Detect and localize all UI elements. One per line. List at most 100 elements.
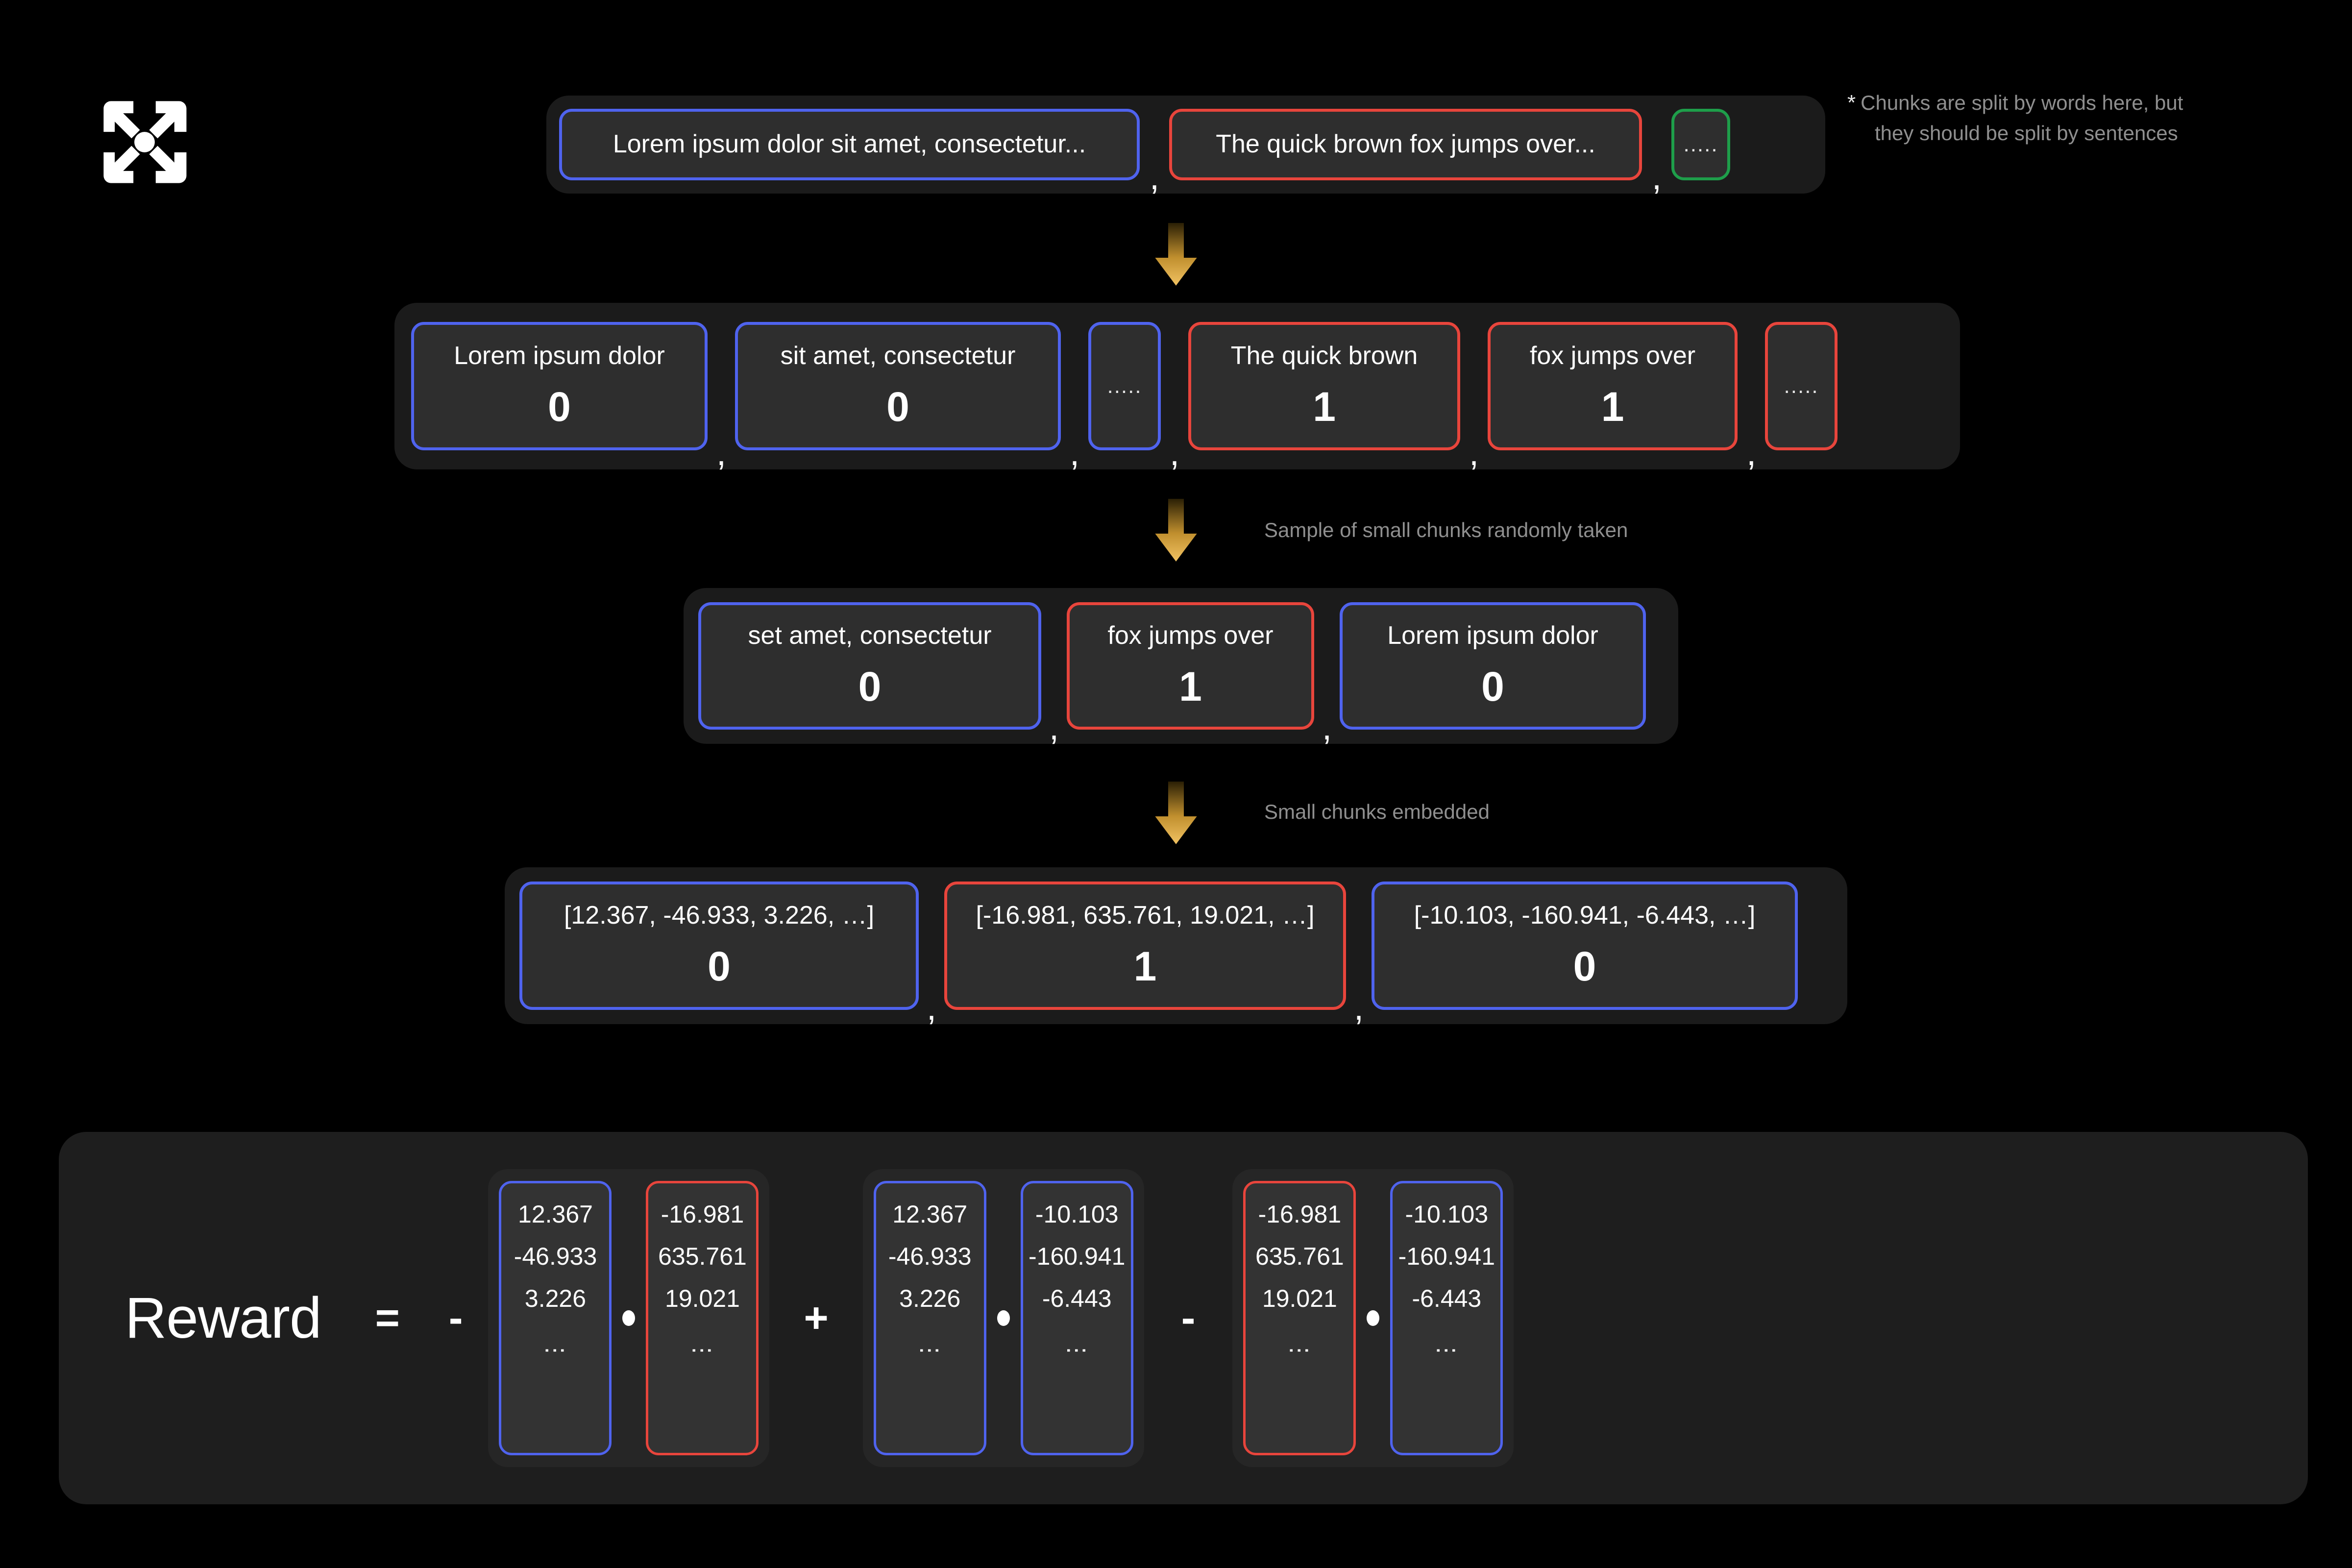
chunk-ellipsis: ..... xyxy=(1683,132,1718,156)
vector-component: -16.981 xyxy=(1258,1200,1342,1228)
footnote: * Chunks are split by words here, but the… xyxy=(1847,87,2278,148)
chunk-label: Lorem ipsum dolor sit amet, consectetur.… xyxy=(612,130,1086,159)
chunk-card[interactable]: Lorem ipsum dolor 0 xyxy=(1340,602,1646,730)
vertical-ellipsis-icon: ⋮ xyxy=(542,1339,568,1370)
dot-product-symbol xyxy=(622,1310,636,1326)
vertical-ellipsis-icon: ⋮ xyxy=(689,1339,715,1370)
chunk-card[interactable]: Lorem ipsum dolor 0 xyxy=(411,322,708,450)
minus-operator-first: - xyxy=(448,1294,463,1342)
sampled-chunks-band: set amet, consectetur 0 , fox jumps over… xyxy=(684,588,1678,748)
separator-comma: , xyxy=(1070,434,1080,473)
embedding-vector-label: [-16.981, 635.761, 19.021, …] xyxy=(976,901,1315,930)
vector-box[interactable]: -16.981 635.761 19.021 ⋮ xyxy=(646,1181,759,1455)
reward-title: Reward xyxy=(125,1286,322,1350)
large-chunks-band: Lorem ipsum dolor sit amet, consectetur.… xyxy=(546,96,1825,197)
vector-box[interactable]: 12.367 -46.933 3.226 ⋮ xyxy=(873,1181,986,1455)
embedding-value: 0 xyxy=(708,943,731,990)
vector-box[interactable]: -10.103 -160.941 -6.443 ⋮ xyxy=(1020,1181,1133,1455)
flow-arrow-down-icon xyxy=(1149,782,1203,848)
embedding-card[interactable]: [-16.981, 635.761, 19.021, …] 1 xyxy=(944,882,1347,1010)
dot-product-group: 12.367 -46.933 3.226 ⋮ -16.981 635.761 1… xyxy=(488,1169,770,1467)
diagram-canvas: * Chunks are split by words here, but the… xyxy=(0,0,2352,1568)
separator-comma: , xyxy=(1170,434,1180,473)
step-caption-sample: Sample of small chunks randomly taken xyxy=(1264,518,1628,541)
chunk-label: Lorem ipsum dolor xyxy=(1387,621,1598,650)
step-caption-embed: Small chunks embedded xyxy=(1264,800,1490,823)
separator-comma: , xyxy=(1469,434,1479,473)
vector-component: 635.761 xyxy=(658,1243,747,1270)
vertical-ellipsis-icon: ⋮ xyxy=(917,1339,943,1370)
embedding-value: 1 xyxy=(1133,943,1157,990)
dot-product-symbol xyxy=(1367,1310,1380,1326)
flow-arrow-down-icon xyxy=(1149,499,1203,565)
chunk-card[interactable]: sit amet, consectetur 0 xyxy=(735,322,1061,450)
embedding-value: 0 xyxy=(1573,943,1596,990)
footnote-line-2: they should be split by sentences xyxy=(1875,121,2178,145)
vector-box[interactable]: 12.367 -46.933 3.226 ⋮ xyxy=(499,1181,612,1455)
separator-comma: , xyxy=(927,988,937,1028)
vector-component: 12.367 xyxy=(892,1200,968,1228)
chunk-value: 1 xyxy=(1601,384,1624,430)
vector-component: 19.021 xyxy=(1262,1285,1337,1312)
vector-component: -16.981 xyxy=(661,1200,744,1228)
chunk-value: 1 xyxy=(1179,663,1202,710)
embedding-vector-label: [-10.103, -160.941, -6.443, …] xyxy=(1414,901,1756,930)
vector-box[interactable]: -10.103 -160.941 -6.443 ⋮ xyxy=(1390,1181,1503,1455)
vertical-ellipsis-icon: ⋮ xyxy=(1064,1339,1090,1370)
vector-component: 635.761 xyxy=(1255,1243,1344,1270)
expand-arrows-icon xyxy=(98,96,191,189)
chunk-card[interactable]: set amet, consectetur 0 xyxy=(698,602,1041,730)
embedding-card[interactable]: [12.367, -46.933, 3.226, …] 0 xyxy=(519,882,919,1010)
vector-component: -6.443 xyxy=(1042,1285,1112,1312)
vector-component: -6.443 xyxy=(1412,1285,1482,1312)
chunk-label: set amet, consectetur xyxy=(748,621,992,650)
chunk-card[interactable]: ..... xyxy=(1088,322,1161,450)
embeddings-band: [12.367, -46.933, 3.226, …] 0 , [-16.981… xyxy=(505,867,1847,1028)
chunk-card[interactable]: ..... xyxy=(1765,322,1838,450)
vertical-ellipsis-icon: ⋮ xyxy=(1434,1339,1460,1370)
minus-operator-second: - xyxy=(1181,1294,1196,1342)
vector-component: -46.933 xyxy=(514,1243,597,1270)
vector-component: 19.021 xyxy=(665,1285,740,1312)
chunk-value: 0 xyxy=(886,384,909,430)
vector-component: -160.941 xyxy=(1398,1243,1495,1270)
dot-product-symbol xyxy=(997,1310,1010,1326)
asterisk-icon: * xyxy=(1847,91,1856,115)
small-chunks-band: Lorem ipsum dolor 0 , sit amet, consecte… xyxy=(394,303,1960,473)
separator-comma: , xyxy=(716,434,727,473)
separator-comma: , xyxy=(1746,434,1757,473)
separator-comma: , xyxy=(1652,158,1662,197)
vector-box[interactable]: -16.981 635.761 19.021 ⋮ xyxy=(1243,1181,1356,1455)
embedding-card[interactable]: [-10.103, -160.941, -6.443, …] 0 xyxy=(1372,882,1798,1010)
chunk-card[interactable]: The quick brown 1 xyxy=(1188,322,1461,450)
vector-component: 12.367 xyxy=(518,1200,593,1228)
chunk-card[interactable]: fox jumps over 1 xyxy=(1488,322,1738,450)
footnote-line-1: Chunks are split by words here, but xyxy=(1861,91,2183,114)
chunk-label: Lorem ipsum dolor xyxy=(454,341,665,370)
chunk-ellipsis: ..... xyxy=(1784,374,1819,398)
reward-formula-panel: Reward = - 12.367 -46.933 3.226 ⋮ -16.98… xyxy=(59,1132,2308,1504)
chunk-label: fox jumps over xyxy=(1107,621,1274,650)
chunk-label: The quick brown fox jumps over... xyxy=(1216,130,1595,159)
separator-comma: , xyxy=(1049,708,1059,748)
flow-arrow-down-icon xyxy=(1149,223,1203,289)
chunk-card[interactable]: The quick brown fox jumps over... xyxy=(1169,109,1642,180)
vector-component: -10.103 xyxy=(1405,1200,1489,1228)
separator-comma: , xyxy=(1354,988,1364,1028)
separator-comma: , xyxy=(1150,158,1160,197)
dot-product-group: 12.367 -46.933 3.226 ⋮ -10.103 -160.941 … xyxy=(862,1169,1144,1467)
embedding-vector-label: [12.367, -46.933, 3.226, …] xyxy=(564,901,875,930)
vector-component: -10.103 xyxy=(1035,1200,1119,1228)
chunk-label: sit amet, consectetur xyxy=(780,341,1016,370)
separator-comma: , xyxy=(1322,708,1332,748)
chunk-value: 0 xyxy=(858,663,882,710)
chunk-card[interactable]: ..... xyxy=(1671,109,1731,180)
vector-component: -160.941 xyxy=(1029,1243,1126,1270)
chunk-label: The quick brown xyxy=(1230,341,1418,370)
equals-operator: = xyxy=(375,1294,400,1342)
chunk-value: 0 xyxy=(1481,663,1504,710)
chunk-ellipsis: ..... xyxy=(1107,374,1142,398)
vector-component: 3.226 xyxy=(899,1285,961,1312)
chunk-card[interactable]: fox jumps over 1 xyxy=(1067,602,1315,730)
chunk-card[interactable]: Lorem ipsum dolor sit amet, consectetur.… xyxy=(559,109,1140,180)
